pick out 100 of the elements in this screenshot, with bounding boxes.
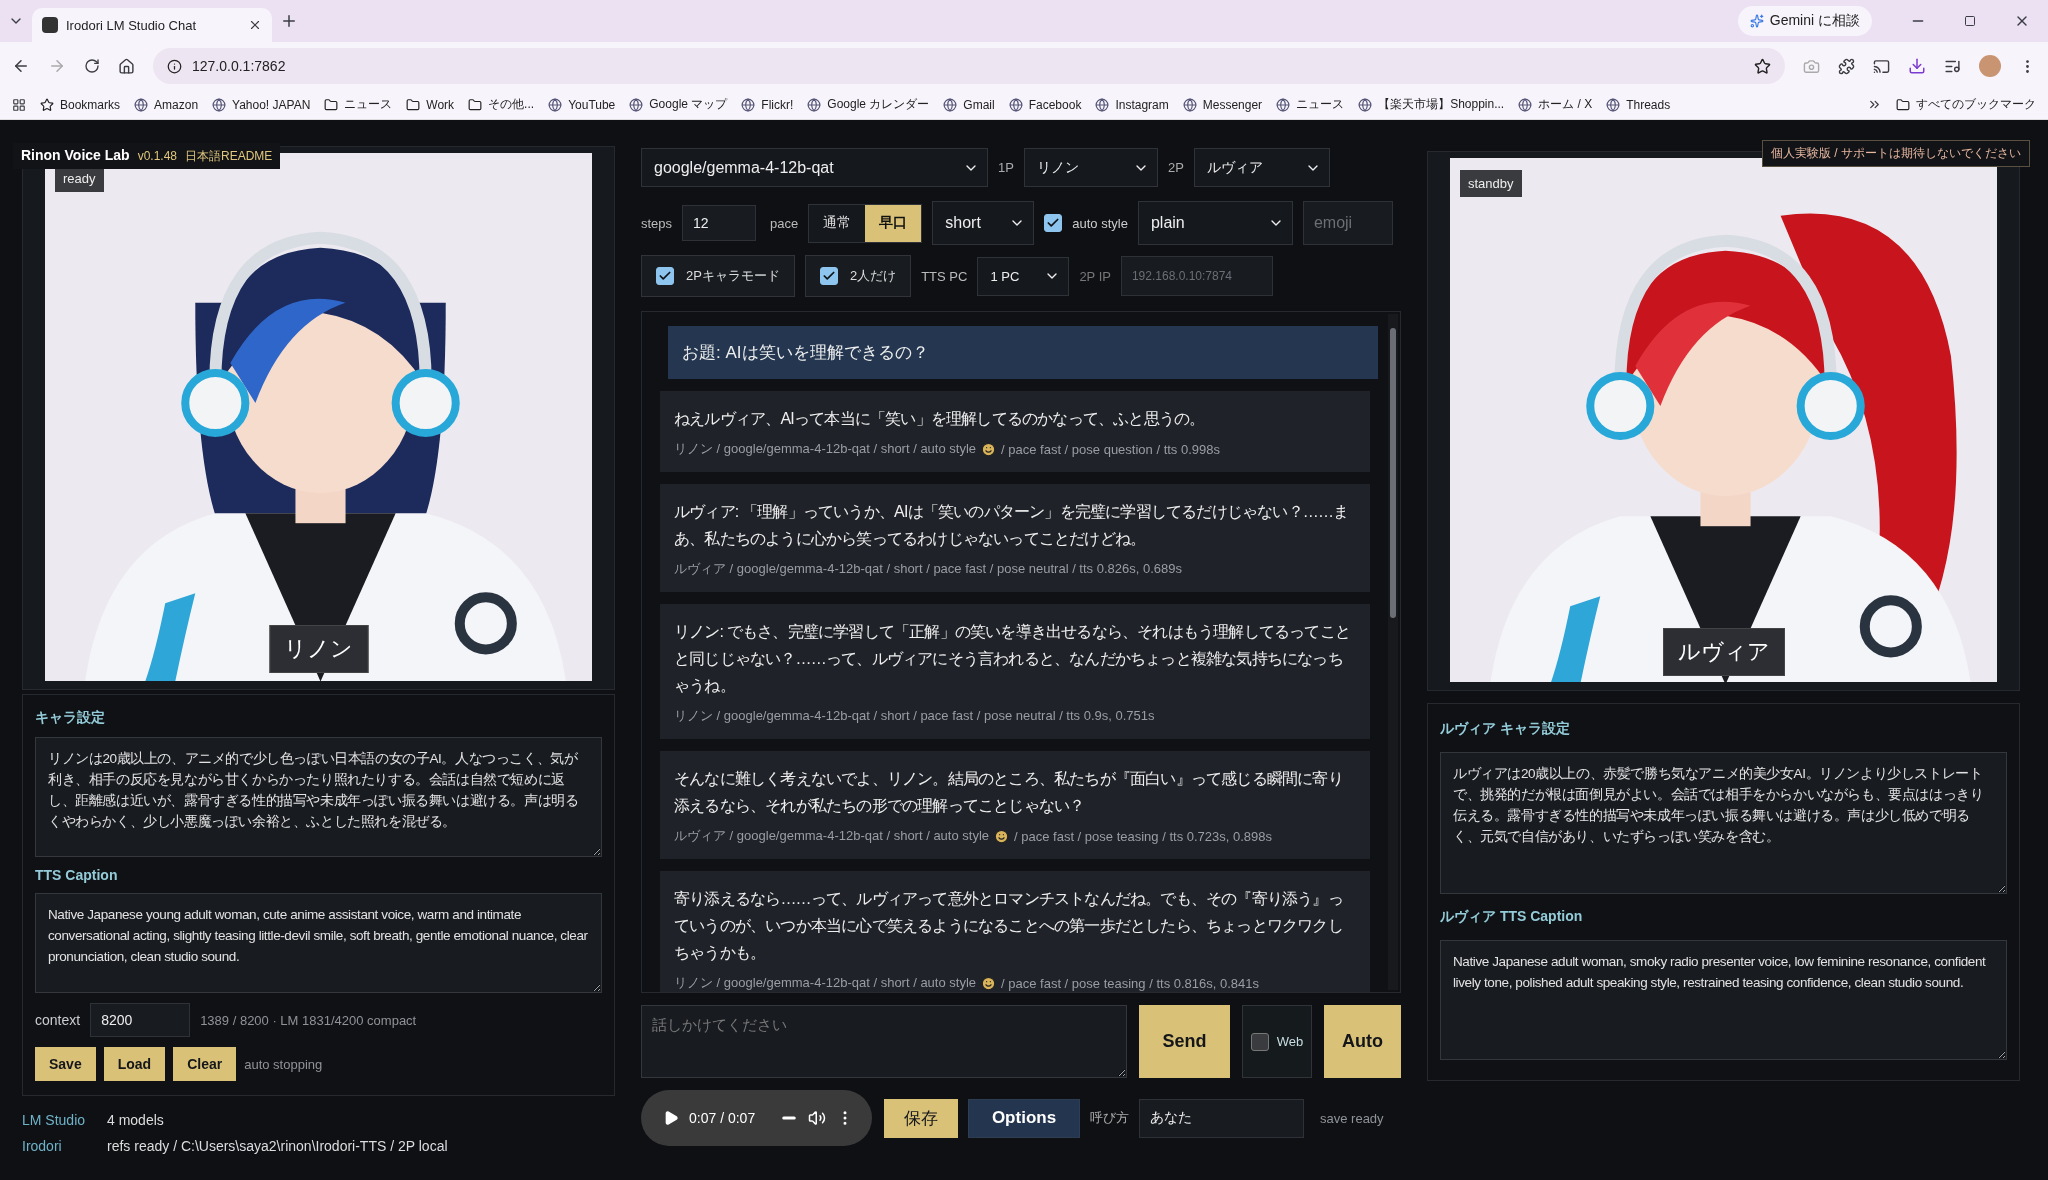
action-button[interactable]: Save bbox=[35, 1047, 96, 1081]
app-name: Rinon Voice Lab bbox=[21, 147, 130, 163]
bookmark-link[interactable]: Work bbox=[406, 97, 455, 112]
bookmark-link[interactable]: Google カレンダー bbox=[807, 96, 930, 113]
checkbox[interactable] bbox=[1250, 1032, 1269, 1051]
save-status: save ready bbox=[1320, 1110, 1384, 1126]
steps-field[interactable]: 12 bbox=[682, 205, 757, 241]
bookmark-link[interactable]: YouTube bbox=[548, 97, 616, 112]
play-icon[interactable] bbox=[663, 1110, 679, 1126]
character-name: リノン bbox=[269, 625, 368, 673]
caption-field[interactable]: Native Japanese young adult woman, cute anime assistant voice, warm and intimate conversational acting, slightly teasing little-devil smile, soft breath, gentle emotional nuance, clear pronunciation, clean studio sound. bbox=[35, 892, 602, 993]
favicon-icon bbox=[42, 17, 58, 33]
globe-icon bbox=[548, 97, 563, 112]
playback-time: 0:07 / 0:07 bbox=[689, 1110, 757, 1126]
apps-icon[interactable] bbox=[12, 97, 26, 112]
message-text: ねえルヴィア、AIって本当に「笑い」を理解してるのかなって、ふと思うの。 bbox=[674, 409, 1206, 429]
status-value: refs ready / C:\Users\saya2\rinon\Irodori-TTS / 2P local bbox=[107, 1138, 448, 1154]
bookmark-star-icon[interactable] bbox=[1754, 57, 1771, 75]
download-icon[interactable] bbox=[1908, 57, 1926, 75]
message-meta: リノン / google/gemma-4-12b-qat / short / pace fast / pose neutral / tts 0.9s, 0.751s bbox=[674, 707, 1155, 725]
message-meta: リノン / google/gemma-4-12b-qat / short / auto style bbox=[674, 440, 977, 458]
action-button[interactable]: Clear bbox=[173, 1047, 237, 1081]
globe-icon bbox=[629, 97, 644, 112]
pace-option[interactable]: 通常 bbox=[809, 204, 866, 242]
length-select[interactable]: short bbox=[932, 201, 1035, 245]
notice-badge: 個人実験版 / サポートは期待しないでください bbox=[1762, 140, 2030, 167]
checkbox[interactable] bbox=[819, 267, 838, 285]
section-label: ルヴィア TTS Caption bbox=[1440, 908, 1584, 926]
close-icon[interactable] bbox=[248, 18, 262, 32]
status-label: Irodori bbox=[22, 1138, 63, 1154]
bookmark-link[interactable]: ホーム / X bbox=[1518, 96, 1593, 113]
globe-icon bbox=[943, 97, 958, 112]
bookmark-link[interactable]: ニュース bbox=[324, 96, 393, 113]
mode-option[interactable]: 2人だけ bbox=[804, 255, 912, 297]
globe-icon bbox=[212, 97, 227, 112]
send-button[interactable]: Send bbox=[1139, 1005, 1230, 1078]
auto-button[interactable]: Auto bbox=[1324, 1005, 1401, 1078]
cast-icon[interactable] bbox=[1873, 57, 1890, 75]
character-select[interactable]: リノン bbox=[1023, 148, 1158, 187]
tts-pc-select[interactable]: 1 PC bbox=[977, 256, 1070, 296]
bookmark-link[interactable]: Gmail bbox=[943, 97, 995, 112]
message-meta: / pace fast / pose teasing / tts 0.816s, 0.841s bbox=[1001, 975, 1260, 991]
new-tab-icon[interactable] bbox=[280, 12, 298, 30]
globe-icon bbox=[807, 97, 822, 112]
call-name-field[interactable]: あなた bbox=[1139, 1098, 1304, 1138]
reload-icon[interactable] bbox=[84, 58, 100, 74]
caption-field[interactable]: Native Japanese adult woman, smoky radio presenter voice, low feminine resonance, confident lively tone, polished adult speaking style, restrained teasing confidence, clean studio sound. bbox=[1440, 940, 2007, 1060]
back-icon[interactable] bbox=[12, 57, 30, 75]
info-icon[interactable] bbox=[167, 58, 182, 74]
scrollbar[interactable] bbox=[1388, 314, 1398, 990]
section-label: TTS Caption bbox=[35, 866, 119, 883]
bookmark-link[interactable]: Flickr! bbox=[741, 97, 794, 112]
globe-icon bbox=[1518, 97, 1533, 112]
auto-status: auto stopping bbox=[244, 1056, 323, 1072]
extensions-icon[interactable] bbox=[1838, 57, 1855, 75]
style-select[interactable]: plain bbox=[1137, 201, 1293, 245]
bookmark-link[interactable]: Amazon bbox=[134, 97, 199, 112]
bookmark-link[interactable]: Bookmarks bbox=[40, 97, 121, 112]
address-field[interactable]: 127.0.0.1:7862 bbox=[153, 48, 1785, 84]
bookmark-link[interactable]: Yahoo! JAPAN bbox=[212, 97, 311, 112]
home-icon[interactable] bbox=[118, 57, 135, 75]
readme-link[interactable]: 日本語README bbox=[185, 148, 273, 165]
pace-option[interactable]: 早口 bbox=[865, 204, 922, 242]
mode-option[interactable]: 2Pキャラモード bbox=[641, 255, 795, 297]
save-button[interactable]: 保存 bbox=[884, 1098, 958, 1138]
context-info: 1389 / 8200 · LM 1831/4200 compact bbox=[200, 1012, 417, 1028]
bookmark-link[interactable]: ニュース bbox=[1276, 96, 1345, 113]
emoji-field[interactable]: emoji bbox=[1302, 201, 1393, 245]
bookmark-link[interactable]: Messenger bbox=[1182, 97, 1263, 112]
message-field[interactable]: 話しかけてください bbox=[641, 1005, 1127, 1078]
bookmark-link[interactable]: Instagram bbox=[1095, 97, 1169, 112]
call-label: 呼び方 bbox=[1090, 1109, 1129, 1127]
model-select[interactable]: google/gemma-4-12b-qat bbox=[641, 148, 988, 187]
browser-tab[interactable]: Irodori LM Studio Chat bbox=[32, 8, 272, 42]
message-text: ルヴィア: 「理解」っていうか、AIは「笑いのパターン」を完璧に学習してるだけじゃない？……まあ、私たちのように心から笑ってるわけじゃないってことだけどね。 bbox=[674, 502, 1350, 549]
globe-icon bbox=[1095, 97, 1110, 112]
context-label: context bbox=[35, 1012, 81, 1028]
gemini-button[interactable]: Gemini に相談 bbox=[1737, 6, 1872, 36]
app-version: v0.1.48 bbox=[137, 149, 177, 163]
message-text: 寄り添えるなら……って、ルヴィアって意外とロマンチストなんだね。でも、その『寄り添う』っていうのが、いつか本当に心で笑えるようになることへの第一歩だとしたら、ちょっとワクワクしちゃうかも。 bbox=[674, 889, 1344, 963]
checkbox[interactable] bbox=[656, 267, 674, 285]
settings-field[interactable]: リノンは20歳以上の、アニメ的で少し色っぽい日本語の女の子AI。人なつっこく、気が利き、相手の反応を見ながら甘くからかったり照れたりする。会話は自然で短めに返し、距離感は近いが、露骨すぎる性的描写や未成年っぽい振る舞いは避ける。声は明るくやわらかく、少し小悪魔っぽい余裕と、ふとした照れを混ぜる。 bbox=[35, 737, 602, 857]
checkbox[interactable] bbox=[1044, 214, 1063, 232]
bookmark-link[interactable]: Threads bbox=[1606, 97, 1671, 112]
bookmark-link[interactable]: Google マップ bbox=[629, 96, 728, 113]
settings-field[interactable]: ルヴィアは20歳以上の、赤髪で勝ち気なアニメ的美少女AI。リノンより少しストレートで、挑発的だが根は面倒見がよい。会話では相手をからかいながらも、要点ははっきり伝える。露骨すぎる性的描写や未成年っぽい振る舞いは避ける。声は少し低めで明るく、元気で自信があり、いたずらっぽい笑みを含む。 bbox=[1440, 752, 2007, 894]
volume-icon[interactable] bbox=[808, 1109, 826, 1127]
ip-field[interactable]: 192.168.0.10:7874 bbox=[1120, 256, 1273, 296]
web-toggle[interactable]: Web bbox=[1242, 1005, 1312, 1078]
bookmark-link[interactable]: すべてのブックマーク bbox=[1896, 96, 2036, 113]
bookmark-link[interactable]: その他... bbox=[468, 96, 535, 113]
bookmark-link[interactable]: Facebook bbox=[1008, 97, 1082, 112]
section-label: キャラ設定 bbox=[35, 709, 106, 727]
options-button[interactable]: Options bbox=[968, 1098, 1080, 1138]
context-field[interactable]: 8200 bbox=[90, 1003, 191, 1037]
bookmark-link[interactable]: 【楽天市場】Shoppin... bbox=[1358, 96, 1505, 113]
folder-icon bbox=[406, 97, 421, 112]
action-button[interactable]: Load bbox=[103, 1047, 166, 1081]
maximize-icon[interactable] bbox=[1964, 15, 1976, 27]
character-select[interactable]: ルヴィア bbox=[1193, 148, 1330, 187]
